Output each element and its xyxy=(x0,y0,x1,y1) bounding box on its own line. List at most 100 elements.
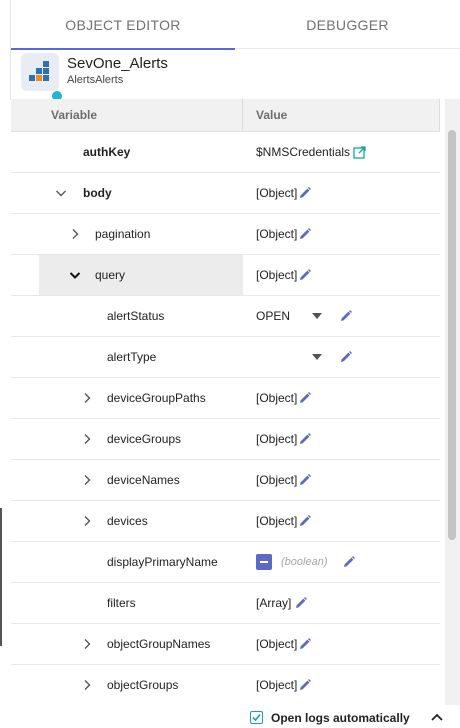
value-text: [Object] xyxy=(256,186,298,200)
variable-cell: devices xyxy=(11,501,243,541)
value-text: [Object] xyxy=(256,637,298,651)
variables-table: Variable Value authKey $NMSCredentials bod… xyxy=(11,99,440,705)
chevron-right-icon[interactable] xyxy=(81,474,93,486)
variable-cell: objectGroups xyxy=(11,665,243,705)
value-text: [Object] xyxy=(256,227,298,241)
table-row[interactable]: objectGroups [Object] xyxy=(11,665,440,705)
value-cell: [Object] xyxy=(243,173,440,213)
variable-name: objectGroupNames xyxy=(107,637,211,651)
table-row[interactable]: alertType xyxy=(11,337,440,378)
value-text: [Object] xyxy=(256,678,298,692)
value-cell: [Object] xyxy=(243,419,440,459)
variable-cell: alertStatus xyxy=(11,296,243,336)
value-text: [Object] xyxy=(256,514,298,528)
variable-name: deviceNames xyxy=(107,473,180,487)
dropdown-caret-icon[interactable] xyxy=(312,313,322,319)
table-row[interactable]: pagination [Object] xyxy=(11,214,440,255)
edit-pencil-icon[interactable] xyxy=(298,391,312,405)
edit-pencil-icon[interactable] xyxy=(298,227,312,241)
value-text: [Array] xyxy=(256,596,292,610)
value-cell: [Object] xyxy=(243,378,440,418)
edit-pencil-icon[interactable] xyxy=(298,514,312,528)
tab-bar: OBJECT EDITOR DEBUGGER xyxy=(11,0,460,50)
footer-bar: Open logs automatically xyxy=(0,705,460,728)
table-row[interactable]: alertStatus OPEN xyxy=(11,296,440,337)
chevron-right-icon[interactable] xyxy=(81,638,93,650)
chevron-down-icon[interactable] xyxy=(55,187,67,199)
variable-cell: authKey xyxy=(11,132,243,172)
value-cell: [Object] xyxy=(243,501,440,541)
boolean-checkbox[interactable] xyxy=(256,554,272,570)
variable-name: objectGroups xyxy=(107,678,179,692)
variable-name: filters xyxy=(107,596,136,610)
variable-name: alertStatus xyxy=(107,309,165,323)
edit-pencil-icon[interactable] xyxy=(298,268,312,282)
table-row[interactable]: deviceNames [Object] xyxy=(11,460,440,501)
tab-debugger[interactable]: DEBUGGER xyxy=(235,0,460,49)
chevron-down-icon[interactable] xyxy=(69,269,81,281)
tab-object-editor[interactable]: OBJECT EDITOR xyxy=(11,0,235,50)
variable-name: authKey xyxy=(83,145,131,159)
table-row[interactable]: deviceGroupPaths [Object] xyxy=(11,378,440,419)
variable-name: deviceGroups xyxy=(107,432,182,446)
table-row[interactable]: displayPrimaryName (boolean) xyxy=(11,542,440,583)
edit-pencil-icon[interactable] xyxy=(298,473,312,487)
table-row[interactable]: query [Object] xyxy=(11,255,440,296)
table-row[interactable]: deviceGroups [Object] xyxy=(11,419,440,460)
edit-pencil-icon[interactable] xyxy=(294,596,308,610)
chevron-right-icon[interactable] xyxy=(69,228,81,240)
table-row[interactable]: devices [Object] xyxy=(11,501,440,542)
value-cell: OPEN xyxy=(243,296,440,336)
chevron-up-icon[interactable] xyxy=(431,712,443,722)
value-cell: $NMSCredentials xyxy=(243,132,440,172)
edit-pencil-icon[interactable] xyxy=(298,432,312,446)
chevron-right-icon[interactable] xyxy=(81,679,93,691)
column-header-value: Value xyxy=(243,99,440,131)
table-row[interactable]: body [Object] xyxy=(11,173,440,214)
value-cell: (boolean) xyxy=(243,542,440,582)
variable-cell: query xyxy=(39,255,243,295)
variable-name: devices xyxy=(107,514,148,528)
table-body: authKey $NMSCredentials body [Object] pagina… xyxy=(11,132,440,705)
table-row[interactable]: filters [Array] xyxy=(11,583,440,624)
chevron-right-icon[interactable] xyxy=(81,392,93,404)
scrollbar-thumb[interactable] xyxy=(448,130,456,540)
open-external-icon[interactable] xyxy=(353,145,366,159)
variable-name: pagination xyxy=(95,227,151,241)
value-text: [Object] xyxy=(256,473,298,487)
table-row[interactable]: authKey $NMSCredentials xyxy=(11,132,440,173)
sevone-logo-icon xyxy=(21,53,59,91)
chevron-right-icon[interactable] xyxy=(81,515,93,527)
value-text: [Object] xyxy=(256,268,298,282)
variable-name: body xyxy=(83,186,112,200)
object-title: SevOne_Alerts xyxy=(67,55,168,72)
value-cell xyxy=(243,337,440,377)
object-header: SevOne_Alerts AlertsAlerts xyxy=(11,49,460,101)
value-cell: [Object] xyxy=(243,624,440,664)
edit-pencil-icon[interactable] xyxy=(298,637,312,651)
edit-pencil-icon[interactable] xyxy=(298,186,312,200)
edit-pencil-icon[interactable] xyxy=(342,555,356,569)
value-cell: [Object] xyxy=(243,665,440,705)
variable-name: deviceGroupPaths xyxy=(107,391,206,405)
edit-pencil-icon[interactable] xyxy=(298,678,312,692)
panel-resize-marker[interactable] xyxy=(0,508,2,646)
table-header: Variable Value xyxy=(11,99,440,132)
value-text: $NMSCredentials xyxy=(256,145,351,159)
boolean-type-hint: (boolean) xyxy=(281,556,328,568)
variable-cell: displayPrimaryName xyxy=(11,542,243,582)
edit-pencil-icon[interactable] xyxy=(339,350,353,364)
table-row[interactable]: objectGroupNames [Object] xyxy=(11,624,440,665)
object-subtitle: AlertsAlerts xyxy=(67,74,124,86)
value-cell: [Object] xyxy=(243,255,440,295)
chevron-right-icon[interactable] xyxy=(81,433,93,445)
edit-pencil-icon[interactable] xyxy=(339,309,353,323)
dropdown-caret-icon[interactable] xyxy=(312,354,322,360)
select-value[interactable]: OPEN xyxy=(256,309,290,323)
variable-cell: deviceGroups xyxy=(11,419,243,459)
variable-cell: pagination xyxy=(11,214,243,254)
open-logs-checkbox[interactable] xyxy=(250,711,263,724)
open-logs-label: Open logs automatically xyxy=(271,711,410,725)
variable-cell: deviceNames xyxy=(11,460,243,500)
variable-name: displayPrimaryName xyxy=(107,555,218,569)
